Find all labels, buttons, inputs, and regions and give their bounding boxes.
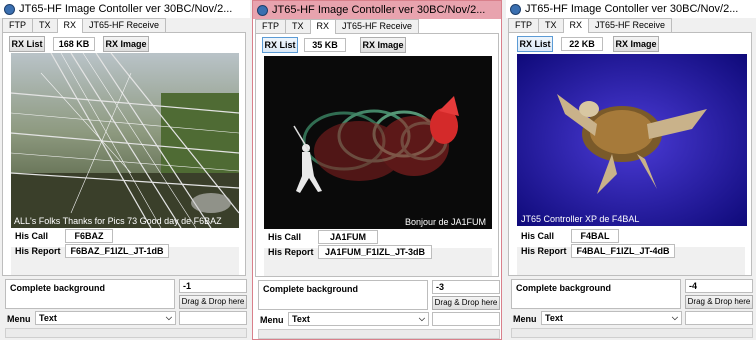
tab-tx[interactable]: TX xyxy=(32,18,58,32)
tab-rx[interactable]: RX xyxy=(56,18,84,33)
rx-panel: RX List 22 KB RX Image JT65 Controller X… xyxy=(508,32,752,276)
rx-list-button[interactable]: RX List xyxy=(262,37,298,53)
received-image: ALL's Folks Thanks for Pics 73 Good day … xyxy=(11,53,239,228)
tab-strip: FTP TX RX JT65-HF Receive xyxy=(2,18,167,33)
tab-ftp[interactable]: FTP xyxy=(2,18,33,32)
tab-tx[interactable]: TX xyxy=(538,18,564,32)
his-report-field[interactable]: F6BAZ_F1IZL_JT-1dB xyxy=(65,244,169,258)
tab-strip: FTP TX RX JT65-HF Receive xyxy=(508,18,673,33)
image-caption: Bonjour de JA1FUM xyxy=(404,217,486,227)
menu-select-value: Text xyxy=(545,313,563,323)
his-report-label: His Report xyxy=(521,246,567,256)
image-caption: ALL's Folks Thanks for Pics 73 Good day … xyxy=(14,216,222,226)
window-title: JT65-HF Image Contoller ver 30BC/Nov/2..… xyxy=(272,4,486,16)
his-call-field[interactable]: F6BAZ xyxy=(65,229,113,243)
menu-select[interactable]: Text ⌵ xyxy=(35,311,176,325)
menu-select[interactable]: Text ⌵ xyxy=(288,312,429,326)
his-report-field[interactable]: F4BAL_F1IZL_JT-4dB xyxy=(571,244,675,258)
his-report-field[interactable]: JA1FUM_F1IZL_JT-3dB xyxy=(318,245,432,259)
number-field[interactable]: -3 xyxy=(432,280,500,294)
tab-jt65-receive[interactable]: JT65-HF Receive xyxy=(82,18,167,32)
app-icon xyxy=(510,3,521,15)
number-field[interactable]: -1 xyxy=(179,279,247,293)
extra-field[interactable] xyxy=(432,312,500,326)
sea-turtle-photo xyxy=(517,54,747,226)
menu-label: Menu xyxy=(513,314,537,324)
rx-image-button[interactable]: RX Image xyxy=(613,36,659,52)
rx-list-button[interactable]: RX List xyxy=(9,36,45,52)
image-controller-window-1: JT65-HF Image Contoller ver 30BC/Nov/2..… xyxy=(0,0,250,340)
rx-image-button[interactable]: RX Image xyxy=(103,36,149,52)
tab-jt65-receive[interactable]: JT65-HF Receive xyxy=(588,18,673,32)
file-size: 35 KB xyxy=(304,38,346,52)
status-bar xyxy=(511,328,753,338)
app-icon xyxy=(4,3,15,15)
status-bar xyxy=(5,328,247,338)
complete-background-box: Complete background xyxy=(5,279,175,309)
drag-drop-button[interactable]: Drag & Drop here xyxy=(432,296,500,310)
drag-drop-button[interactable]: Drag & Drop here xyxy=(685,295,753,309)
image-controller-window-2: JT65-HF Image Contoller ver 30BC/Nov/2..… xyxy=(252,0,502,340)
menu-select-value: Text xyxy=(292,314,310,324)
status-bar xyxy=(258,329,500,339)
tab-rx[interactable]: RX xyxy=(309,19,337,34)
file-size: 168 KB xyxy=(53,37,95,51)
chevron-down-icon: ⌵ xyxy=(418,314,425,323)
his-call-field[interactable]: JA1FUM xyxy=(318,230,378,244)
received-image: JT65 Controller XP de F4BAL xyxy=(517,54,747,226)
tab-jt65-receive[interactable]: JT65-HF Receive xyxy=(335,19,420,33)
tab-strip: FTP TX RX JT65-HF Receive xyxy=(255,19,420,34)
image-controller-window-3: JT65-HF Image Contoller ver 30BC/Nov/2..… xyxy=(506,0,756,340)
file-size: 22 KB xyxy=(561,37,603,51)
complete-background-box: Complete background xyxy=(511,279,681,309)
menu-label: Menu xyxy=(7,314,31,324)
complete-background-box: Complete background xyxy=(258,280,428,310)
his-call-label: His Call xyxy=(521,231,555,241)
app-icon xyxy=(257,4,268,16)
tab-rx[interactable]: RX xyxy=(562,18,590,33)
drag-drop-button[interactable]: Drag & Drop here xyxy=(179,295,247,309)
rx-panel: RX List 35 KB RX Image Bonjour de JA1FUM… xyxy=(255,33,499,277)
number-field[interactable]: -4 xyxy=(685,279,753,293)
rx-list-button[interactable]: RX List xyxy=(517,36,553,52)
window-title: JT65-HF Image Contoller ver 30BC/Nov/2..… xyxy=(19,3,233,15)
title-bar[interactable]: JT65-HF Image Contoller ver 30BC/Nov/2..… xyxy=(253,1,501,19)
rx-panel: RX List 168 KB RX Image ALL's Folks Than… xyxy=(2,32,246,276)
his-call-label: His Call xyxy=(15,231,49,241)
antenna-tower-photo xyxy=(11,53,239,228)
his-report-label: His Report xyxy=(268,247,314,257)
rx-image-button[interactable]: RX Image xyxy=(360,37,406,53)
tab-ftp[interactable]: FTP xyxy=(508,18,539,32)
extra-field[interactable] xyxy=(685,311,753,325)
tab-ftp[interactable]: FTP xyxy=(255,19,286,33)
his-report-label: His Report xyxy=(15,246,61,256)
received-image: Bonjour de JA1FUM xyxy=(264,56,492,229)
title-bar[interactable]: JT65-HF Image Contoller ver 30BC/Nov/2..… xyxy=(506,0,756,18)
title-bar[interactable]: JT65-HF Image Contoller ver 30BC/Nov/2..… xyxy=(0,0,250,18)
his-call-label: His Call xyxy=(268,232,302,242)
menu-select-value: Text xyxy=(39,313,57,323)
window-title: JT65-HF Image Contoller ver 30BC/Nov/2..… xyxy=(525,3,739,15)
menu-label: Menu xyxy=(260,315,284,325)
tab-tx[interactable]: TX xyxy=(285,19,311,33)
menu-select[interactable]: Text ⌵ xyxy=(541,311,682,325)
his-call-field[interactable]: F4BAL xyxy=(571,229,619,243)
extra-field[interactable] xyxy=(179,311,247,325)
image-caption: JT65 Controller XP de F4BAL xyxy=(521,214,640,224)
dancer-photo xyxy=(264,56,492,229)
chevron-down-icon: ⌵ xyxy=(671,313,678,322)
chevron-down-icon: ⌵ xyxy=(165,313,172,322)
